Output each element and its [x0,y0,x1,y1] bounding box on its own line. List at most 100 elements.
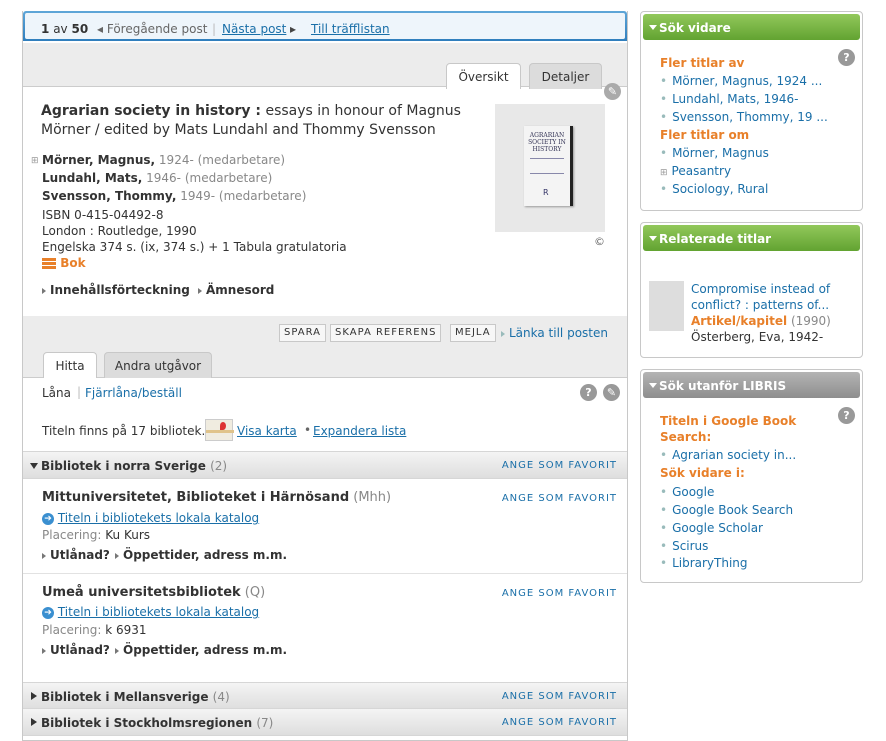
more-about-item[interactable]: • Mörner, Magnus [660,146,769,160]
google-book-heading: Titeln i Google Book [660,414,797,428]
region-north[interactable]: Bibliotek i norra Sverige (2) ANGE SOM F… [23,451,627,479]
placing-label: Placering: [42,528,102,542]
map-road [206,430,234,433]
arrow-right-icon: ➔ [42,512,54,525]
library-name: Mittuniversitetet, Biblioteket i Härnösa… [42,490,391,505]
record-tabs-bar: Översikt Detaljer [23,43,627,89]
region-count: (2) [210,459,228,473]
related-titles-header[interactable]: Relaterade titlar [643,225,860,251]
total-number: 50 [71,22,89,36]
next-arrow-icon: ▸ [290,22,297,36]
search-more-header[interactable]: Sök vidare [643,14,860,40]
external-link-label: LibraryThing [672,556,748,570]
title-main: Agrarian society in history : [41,103,261,119]
loaned-toggle[interactable]: Utlånad? [42,643,110,657]
set-favorite-link[interactable]: ANGE SOM FAVORIT [502,460,617,471]
prev-post-label: Föregående post [106,22,208,36]
library-count: Titeln finns på 17 bibliotek. [42,424,206,438]
book-icon [42,257,56,270]
create-reference-button[interactable]: SKAPA REFERENS [330,324,442,342]
external-link-google-scholar[interactable]: • Google Scholar [660,521,763,535]
more-by-item[interactable]: • Lundahl, Mats, 1946- [660,92,798,106]
record-title: Agrarian society in history : essays in … [41,102,461,121]
external-link-librarything[interactable]: • LibraryThing [660,556,748,570]
related-titles-title: Relaterade titlar [659,232,772,246]
local-catalog-label: Titeln i bibliotekets lokala katalog [57,605,260,619]
region-label: Bibliotek i norra Sverige [41,459,206,473]
set-favorite-link[interactable]: ANGE SOM FAVORIT [502,691,617,702]
more-about-item[interactable]: • Sociology, Rural [660,182,768,196]
more-by-label: Mörner, Magnus, 1924 ... [672,74,823,88]
search-outside-box: Sök utanför LIBRIS ? Titeln i Google Boo… [640,369,863,583]
local-catalog-link[interactable]: ➔ Titeln i bibliotekets lokala katalog [42,605,259,619]
next-post-link[interactable]: Nästa post [222,22,286,36]
more-by-item[interactable]: • Mörner, Magnus, 1924 ... [660,74,822,88]
external-link-google[interactable]: • Google [660,485,714,499]
region-count: (4) [212,690,230,704]
tab-overview[interactable]: Översikt [446,63,521,89]
set-favorite-link[interactable]: ANGE SOM FAVORIT [502,493,617,504]
map-icon[interactable] [205,419,234,441]
link-to-post[interactable]: Länka till posten [501,326,608,340]
subjects-toggle[interactable]: Ämnesord [198,283,274,297]
set-favorite-link[interactable]: ANGE SOM FAVORIT [502,588,617,599]
author-name[interactable]: Svensson, Thommy, [42,189,176,203]
help-icon[interactable]: ? [580,384,597,401]
expand-plus-icon: ⊞ [660,168,668,178]
related-year: (1990) [790,314,831,328]
help-icon[interactable]: ? [838,49,855,66]
loaned-label: Utlånad? [50,548,110,562]
external-link-google-books[interactable]: • Google Book Search [660,503,793,517]
prev-post-link[interactable]: ◂ Föregående post [97,22,207,36]
expand-plus-icon[interactable]: ⊞ [31,156,39,166]
toc-toggle[interactable]: Innehållsförteckning [42,283,190,297]
loaned-toggle[interactable]: Utlånad? [42,548,110,562]
placing-label: Placering: [42,623,102,637]
expand-triangle-icon [31,718,37,726]
map-pin [220,422,226,430]
related-author: Österberg, Eva, 1942- [691,330,824,344]
hitlist-link[interactable]: Till träfflistan [311,22,390,36]
region-name: Bibliotek i Mellansverige (4) [41,690,230,704]
region-central[interactable]: Bibliotek i Mellansverige (4) ANGE SOM F… [23,682,627,710]
related-thumbnail[interactable] [649,281,684,331]
local-catalog-link[interactable]: ➔ Titeln i bibliotekets lokala katalog [42,511,259,525]
opening-hours-toggle[interactable]: Öppettider, adress m.m. [115,643,287,657]
region-stockholm[interactable]: Bibliotek i Stockholmsregionen (7) ANGE … [23,708,627,736]
isbn: ISBN 0-415-04492-8 [42,208,164,222]
search-outside-title: Sök utanför LIBRIS [659,379,787,393]
more-by-item[interactable]: • Svensson, Thommy, 19 ... [660,110,828,124]
email-button[interactable]: MEJLA [450,324,496,342]
wrench-icon[interactable]: ✎ [603,384,620,401]
external-link-scirus[interactable]: • Scirus [660,539,708,553]
more-about-item[interactable]: ⊞ Peasantry [660,164,731,178]
search-more-box: Sök vidare ? Fler titlar av • Mörner, Mag… [640,11,863,211]
tab-details[interactable]: Detaljer [529,63,602,89]
google-book-item[interactable]: • Agrarian society in... [660,448,796,462]
author-role: (medarbetare) [197,153,286,167]
author-name[interactable]: Lundahl, Mats, [42,171,142,185]
book-cover: AGRARIAN SOCIETY IN HISTORY R [524,126,573,206]
external-link-label: Google Book Search [672,503,794,517]
help-icon[interactable]: ? [838,407,855,424]
opening-hours-toggle[interactable]: Öppettider, adress m.m. [115,548,287,562]
save-button[interactable]: SPARA [279,324,326,342]
more-by-label: Lundahl, Mats, 1946- [672,92,799,106]
author-name[interactable]: Mörner, Magnus, [42,153,155,167]
related-title-line1[interactable]: Compromise instead of [691,282,830,296]
tab-find[interactable]: Hitta [43,352,97,378]
external-link-label: Google Scholar [672,521,763,535]
related-type-label: Artikel/kapitel [691,314,788,328]
collapse-triangle-icon [30,463,38,469]
expand-list-link[interactable]: Expandera lista [313,424,406,438]
wrench-icon[interactable]: ✎ [604,83,621,100]
author-years: 1924- [158,153,194,167]
collapse-triangle-icon [649,25,657,30]
interlibrary-loan-link[interactable]: Fjärrlåna/beställ [85,386,182,400]
show-map-link[interactable]: Visa karta [237,424,297,438]
search-outside-header[interactable]: Sök utanför LIBRIS [643,372,860,398]
set-favorite-link[interactable]: ANGE SOM FAVORIT [502,717,617,728]
google-book-heading-2: Search: [660,430,712,444]
related-title-line2[interactable]: conflict? : patterns of... [691,298,829,312]
tab-other-editions[interactable]: Andra utgåvor [104,352,212,378]
